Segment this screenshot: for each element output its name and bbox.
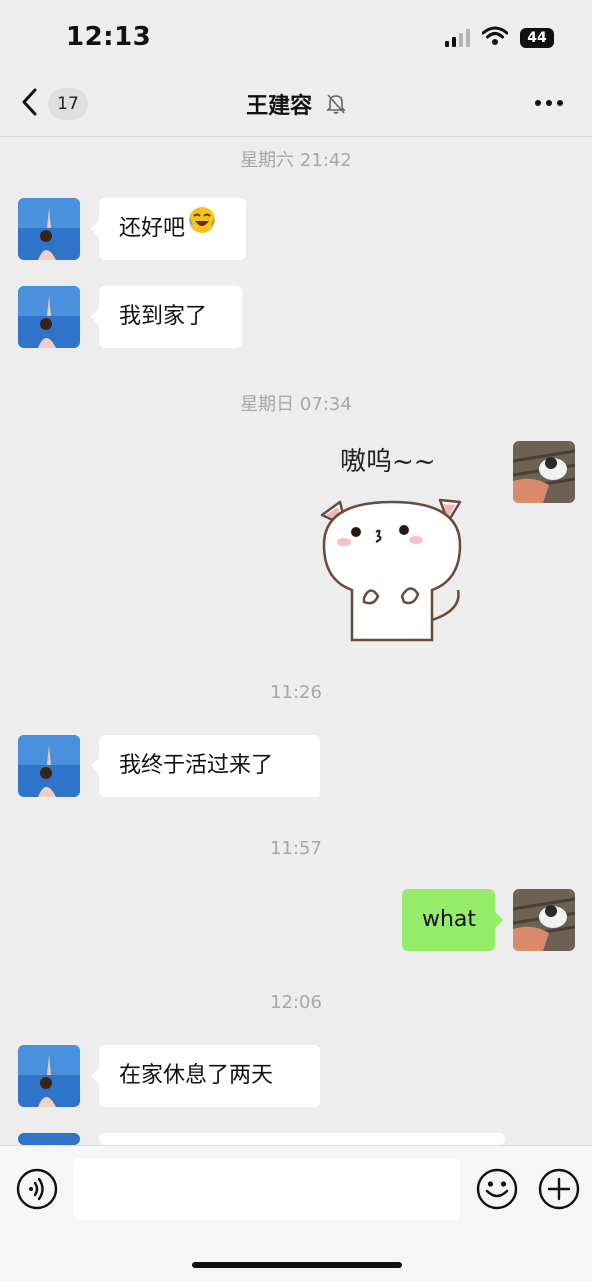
sticker-caption: 嗷呜~~ bbox=[340, 447, 436, 477]
message-text: 还好吧 bbox=[119, 216, 186, 241]
wifi-icon bbox=[481, 26, 509, 50]
timestamp: 12:06 bbox=[270, 992, 322, 1013]
my-avatar[interactable] bbox=[513, 441, 575, 503]
chat-header: 17 王建容 bbox=[0, 76, 592, 137]
message-bubble-incoming[interactable]: 在家休息了两天 bbox=[91, 1045, 320, 1107]
more-options-button[interactable] bbox=[534, 92, 564, 111]
message-text: what bbox=[422, 907, 477, 932]
status-time: 12:13 bbox=[66, 22, 152, 52]
message-text-input[interactable] bbox=[74, 1158, 460, 1220]
message-text: 我终于活过来了 bbox=[119, 753, 274, 778]
more-functions-button[interactable] bbox=[538, 1168, 580, 1214]
chat-title-wrap: 王建容 bbox=[0, 88, 592, 121]
laughing-crying-emoji-icon bbox=[187, 198, 217, 260]
timestamp: 星期六 21:42 bbox=[240, 150, 352, 171]
message-text: 在家休息了两天 bbox=[119, 1063, 274, 1088]
voice-icon bbox=[16, 1168, 58, 1214]
message-bubble-incoming[interactable]: 我到家了 bbox=[91, 286, 242, 348]
contact-avatar[interactable] bbox=[18, 735, 80, 797]
chat-title: 王建容 bbox=[246, 94, 313, 119]
cellular-signal-icon bbox=[445, 29, 470, 47]
smiley-icon bbox=[476, 1168, 518, 1214]
contact-avatar[interactable] bbox=[18, 198, 80, 260]
contact-avatar[interactable] bbox=[18, 1045, 80, 1107]
voice-input-button[interactable] bbox=[16, 1168, 58, 1214]
battery-indicator: 44 bbox=[520, 28, 554, 48]
cat-sticker-message[interactable]: 嗷呜~~ bbox=[312, 440, 472, 645]
contact-avatar[interactable] bbox=[18, 286, 80, 348]
message-bubble-outgoing[interactable]: what bbox=[402, 889, 503, 951]
timestamp: 星期日 07:34 bbox=[240, 394, 352, 415]
status-icons: 44 bbox=[445, 26, 554, 50]
more-dots-icon bbox=[534, 92, 564, 111]
status-bar: 12:13 44 bbox=[0, 0, 592, 76]
timestamp: 11:57 bbox=[270, 838, 322, 859]
message-bubble-incoming[interactable] bbox=[91, 1133, 505, 1172]
timestamp: 11:26 bbox=[270, 682, 322, 703]
mute-bell-icon bbox=[325, 93, 346, 121]
message-bubble-incoming[interactable]: 我终于活过来了 bbox=[91, 735, 320, 797]
plus-icon bbox=[538, 1168, 580, 1214]
message-input-bar bbox=[0, 1145, 592, 1281]
emoji-button[interactable] bbox=[476, 1168, 518, 1214]
my-avatar[interactable] bbox=[513, 889, 575, 951]
message-bubble-incoming[interactable]: 还好吧 bbox=[91, 198, 246, 260]
home-indicator[interactable] bbox=[192, 1262, 402, 1268]
message-text: 我到家了 bbox=[119, 304, 208, 329]
contact-avatar[interactable] bbox=[18, 1133, 80, 1145]
